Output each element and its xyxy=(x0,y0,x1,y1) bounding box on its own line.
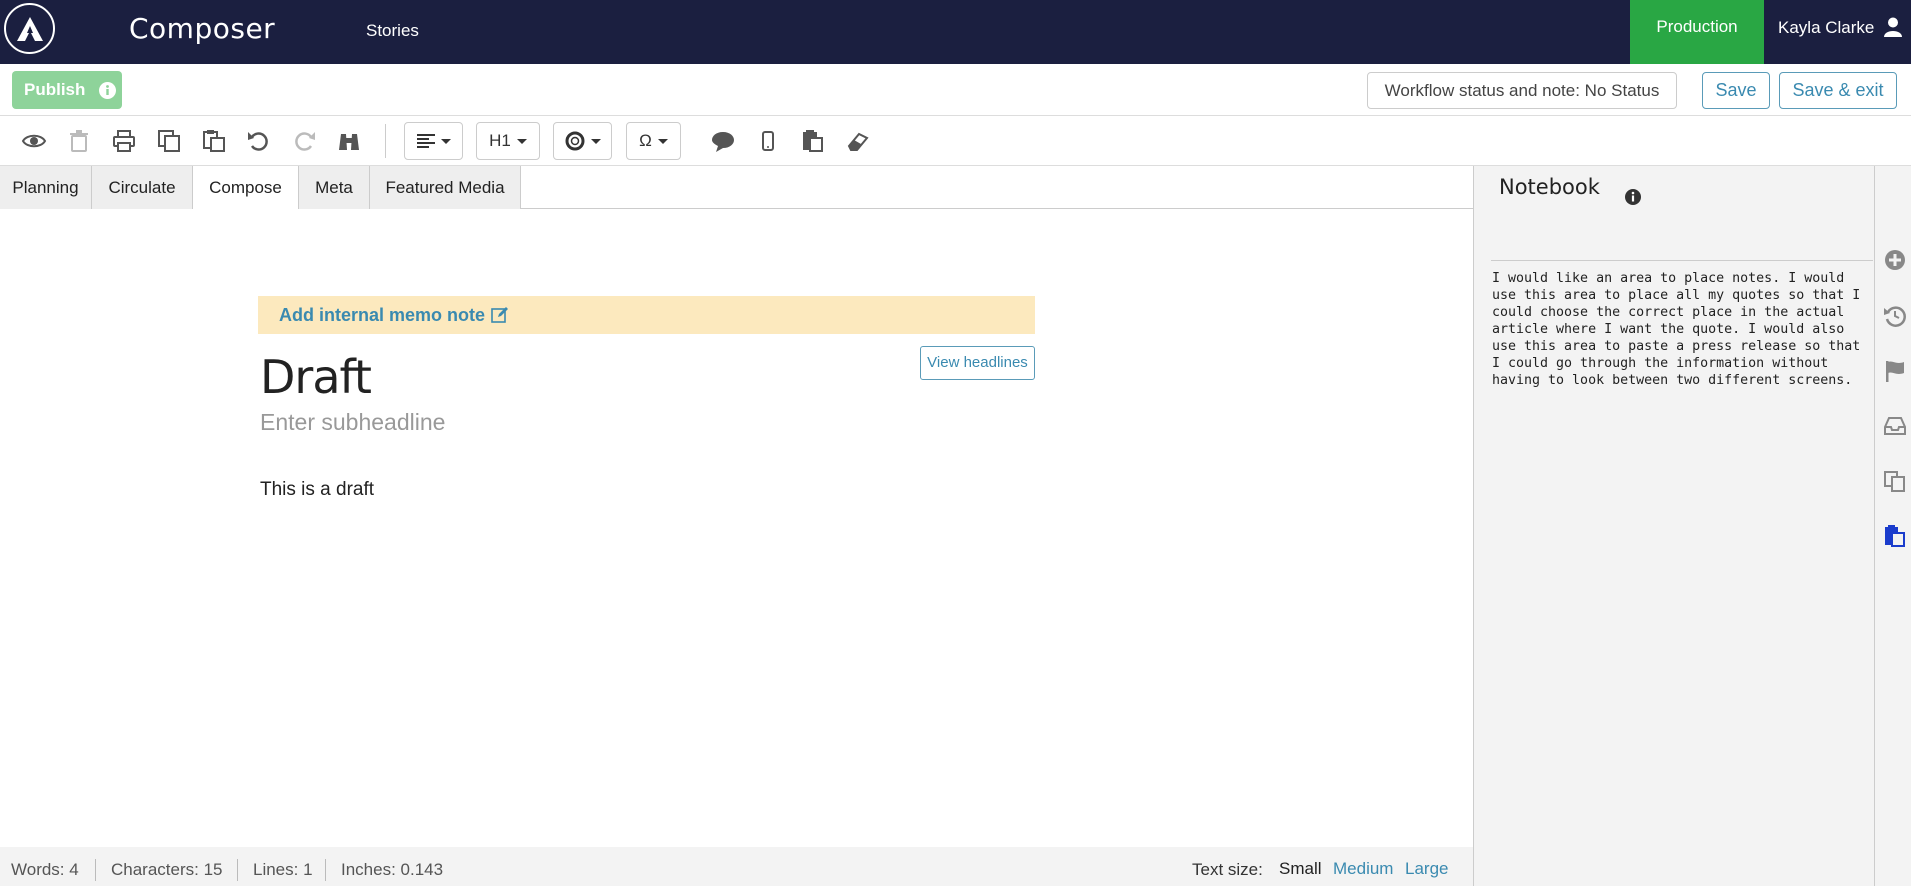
tab-circulate[interactable]: Circulate xyxy=(92,166,193,209)
tab-featured-media[interactable]: Featured Media xyxy=(370,166,521,209)
editor-area: Add internal memo note Draft View headli… xyxy=(0,209,1473,847)
tab-compose[interactable]: Compose xyxy=(193,166,299,210)
redo-icon[interactable] xyxy=(291,128,317,154)
app-title: Composer xyxy=(129,12,276,45)
plus-circle-icon[interactable] xyxy=(1883,248,1907,272)
align-dropdown[interactable] xyxy=(404,122,463,160)
undo-icon[interactable] xyxy=(246,128,272,154)
info-icon[interactable] xyxy=(1625,189,1641,205)
special-char-dropdown[interactable]: Ω xyxy=(626,122,681,160)
eraser-icon[interactable] xyxy=(845,128,871,154)
toolbar-separator xyxy=(385,124,386,158)
align-icon xyxy=(416,134,435,148)
memo-label: Add internal memo note xyxy=(279,305,486,325)
notebook-title: Notebook xyxy=(1499,175,1600,199)
eye-icon[interactable] xyxy=(21,128,47,154)
app-logo[interactable] xyxy=(4,3,55,54)
mobile-icon[interactable] xyxy=(755,128,781,154)
chevron-down-icon xyxy=(440,138,451,144)
view-headlines-button[interactable]: View headlines xyxy=(920,346,1035,380)
chevron-down-icon xyxy=(657,138,668,144)
tab-planning[interactable]: Planning xyxy=(0,166,92,209)
comment-icon[interactable] xyxy=(710,128,736,154)
add-memo-note-button[interactable]: Add internal memo note xyxy=(258,296,1035,334)
history-icon[interactable] xyxy=(1883,304,1907,328)
user-name: Kayla Clarke xyxy=(1778,18,1875,37)
help-dropdown[interactable] xyxy=(553,122,612,160)
tab-meta[interactable]: Meta xyxy=(299,166,370,209)
workflow-status-button[interactable]: Workflow status and note: No Status xyxy=(1367,72,1677,109)
logo-icon xyxy=(17,17,43,41)
trash-icon[interactable] xyxy=(66,128,92,154)
copy-icon[interactable] xyxy=(1883,469,1907,493)
info-icon xyxy=(99,82,116,99)
omega-icon: Ω xyxy=(639,131,652,150)
paste-icon[interactable] xyxy=(201,128,227,154)
editor-toolbar: H1 Ω xyxy=(0,116,1911,166)
inbox-icon[interactable] xyxy=(1883,414,1907,438)
action-bar: Publish Workflow status and note: No Sta… xyxy=(0,64,1911,116)
status-divider xyxy=(95,859,96,881)
text-size-medium[interactable]: Medium xyxy=(1333,847,1393,891)
environment-badge: Production xyxy=(1630,0,1764,64)
lifebuoy-icon xyxy=(565,131,584,151)
clipboard-icon[interactable] xyxy=(800,128,826,154)
notebook-divider xyxy=(1491,260,1873,261)
notebook-text[interactable]: I would like an area to place notes. I w… xyxy=(1492,270,1864,389)
tab-bar: Planning Circulate Compose Meta Featured… xyxy=(0,166,1473,210)
inches-count: Inches: 0.143 xyxy=(341,860,444,879)
heading-dropdown[interactable]: H1 xyxy=(476,122,540,160)
article-body[interactable]: This is a draft xyxy=(260,479,374,501)
subheadline-input[interactable]: Enter subheadline xyxy=(260,409,445,436)
save-exit-button[interactable]: Save & exit xyxy=(1779,72,1897,109)
top-navbar: Composer Stories Production Kayla Clarke xyxy=(0,0,1911,64)
flag-icon[interactable] xyxy=(1883,359,1907,383)
publish-button[interactable]: Publish xyxy=(12,71,122,109)
edit-icon xyxy=(491,307,508,323)
text-size-label: Text size: xyxy=(1192,860,1263,879)
headline-input[interactable]: Draft xyxy=(260,350,372,404)
chevron-down-icon xyxy=(590,138,601,144)
right-rail xyxy=(1874,166,1911,886)
status-divider xyxy=(325,859,326,881)
copy-icon[interactable] xyxy=(156,128,182,154)
text-size-large[interactable]: Large xyxy=(1405,847,1448,891)
status-divider xyxy=(237,859,238,881)
clipboard-icon[interactable] xyxy=(1883,524,1907,548)
nav-stories-link[interactable]: Stories xyxy=(366,21,419,41)
heading-dropdown-value: H1 xyxy=(489,131,511,150)
user-icon xyxy=(1884,17,1902,37)
word-count: Words: 4 xyxy=(11,860,79,879)
text-size-small[interactable]: Small xyxy=(1279,847,1322,891)
line-count: Lines: 1 xyxy=(253,860,313,879)
status-bar: Words: 4 Characters: 15 Lines: 1 Inches:… xyxy=(0,847,1473,886)
character-count: Characters: 15 xyxy=(111,860,223,879)
binoculars-icon[interactable] xyxy=(336,128,362,154)
print-icon[interactable] xyxy=(111,128,137,154)
notebook-panel: Notebook I would like an area to place n… xyxy=(1473,175,1874,886)
save-button[interactable]: Save xyxy=(1702,72,1770,109)
user-menu[interactable]: Kayla Clarke xyxy=(1765,0,1911,64)
publish-label: Publish xyxy=(24,80,86,99)
chevron-down-icon xyxy=(516,138,527,144)
